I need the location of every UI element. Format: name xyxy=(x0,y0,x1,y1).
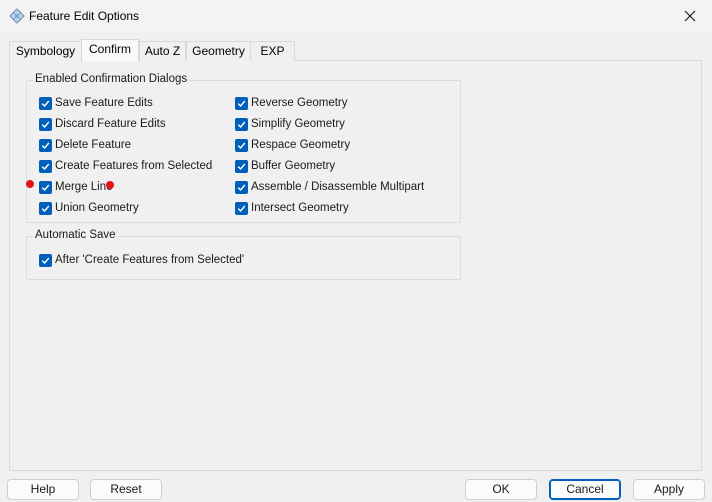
apply-button[interactable]: Apply xyxy=(633,479,705,500)
checkbox-after-create-features[interactable]: After 'Create Features from Selected' xyxy=(39,252,244,268)
checkbox-checked-icon xyxy=(39,96,52,110)
checkbox-checked-icon xyxy=(235,201,248,215)
automatic-save-group-title: Automatic Save xyxy=(33,229,118,241)
checkbox-create-features-from-selected[interactable]: Create Features from Selected xyxy=(39,158,212,174)
checkbox-label: Simplify Geometry xyxy=(251,118,345,130)
checkbox-checked-icon xyxy=(235,117,248,131)
checkbox-label: Create Features from Selected xyxy=(55,160,213,172)
tab-panel-confirm: Enabled Confirmation Dialogs Save Featur… xyxy=(9,60,702,471)
checkbox-simplify-geometry[interactable]: Simplify Geometry xyxy=(235,116,345,132)
checkbox-label: Respace Geometry xyxy=(251,139,351,151)
checkbox-checked-icon xyxy=(39,117,52,131)
tab-confirm[interactable]: Confirm xyxy=(81,39,139,62)
checkbox-checked-icon xyxy=(235,159,248,173)
cancel-button[interactable]: Cancel xyxy=(549,479,621,500)
reset-button[interactable]: Reset xyxy=(90,479,162,500)
help-button[interactable]: Help xyxy=(7,479,79,500)
diamond-grid-icon xyxy=(9,8,25,24)
checkbox-respace-geometry[interactable]: Respace Geometry xyxy=(235,137,350,153)
confirmation-dialogs-group-title: Enabled Confirmation Dialogs xyxy=(33,73,190,85)
checkbox-checked-icon xyxy=(235,180,248,194)
checkbox-label: Discard Feature Edits xyxy=(55,118,166,130)
checkbox-discard-feature-edits[interactable]: Discard Feature Edits xyxy=(39,116,166,132)
checkbox-label: After 'Create Features from Selected' xyxy=(55,254,245,266)
red-marker-dot xyxy=(26,180,34,188)
tab-geometry[interactable]: Geometry xyxy=(186,41,251,61)
red-marker-dot xyxy=(106,181,114,189)
confirmation-dialogs-group: Enabled Confirmation Dialogs Save Featur… xyxy=(26,73,461,223)
checkbox-checked-icon xyxy=(235,96,248,110)
checkbox-checked-icon xyxy=(39,201,52,215)
window-title: Feature Edit Options xyxy=(29,9,140,23)
checkbox-label: Buffer Geometry xyxy=(251,160,336,172)
checkbox-label: Save Feature Edits xyxy=(55,97,153,109)
checkbox-checked-icon xyxy=(39,159,52,173)
tab-symbology[interactable]: Symbology xyxy=(9,41,82,61)
checkbox-label: Delete Feature xyxy=(55,139,132,151)
checkbox-reverse-geometry[interactable]: Reverse Geometry xyxy=(235,95,348,111)
checkbox-checked-icon xyxy=(39,138,52,152)
checkbox-merge-line[interactable]: Merge Line xyxy=(39,179,113,195)
checkbox-label: Merge Line xyxy=(55,181,113,193)
checkbox-label: Union Geometry xyxy=(55,202,139,214)
checkbox-checked-icon xyxy=(39,253,52,267)
checkbox-checked-icon xyxy=(235,138,248,152)
close-button[interactable] xyxy=(668,0,712,32)
checkbox-label: Reverse Geometry xyxy=(251,97,348,109)
close-icon xyxy=(684,10,696,22)
tab-exp[interactable]: EXP xyxy=(250,41,295,61)
checkbox-intersect-geometry[interactable]: Intersect Geometry xyxy=(235,200,349,216)
ok-button[interactable]: OK xyxy=(465,479,537,500)
checkbox-checked-icon xyxy=(39,180,52,194)
automatic-save-group: Automatic Save After 'Create Features fr… xyxy=(26,229,461,280)
title-bar: Feature Edit Options xyxy=(0,0,712,32)
tab-auto-z[interactable]: Auto Z xyxy=(139,41,186,61)
checkbox-label: Assemble / Disassemble Multipart xyxy=(251,181,425,193)
checkbox-save-feature-edits[interactable]: Save Feature Edits xyxy=(39,95,153,111)
checkbox-assemble-disassemble-multipart[interactable]: Assemble / Disassemble Multipart xyxy=(235,179,424,195)
checkbox-union-geometry[interactable]: Union Geometry xyxy=(39,200,139,216)
checkbox-delete-feature[interactable]: Delete Feature xyxy=(39,137,131,153)
checkbox-buffer-geometry[interactable]: Buffer Geometry xyxy=(235,158,335,174)
checkbox-label: Intersect Geometry xyxy=(251,202,349,214)
